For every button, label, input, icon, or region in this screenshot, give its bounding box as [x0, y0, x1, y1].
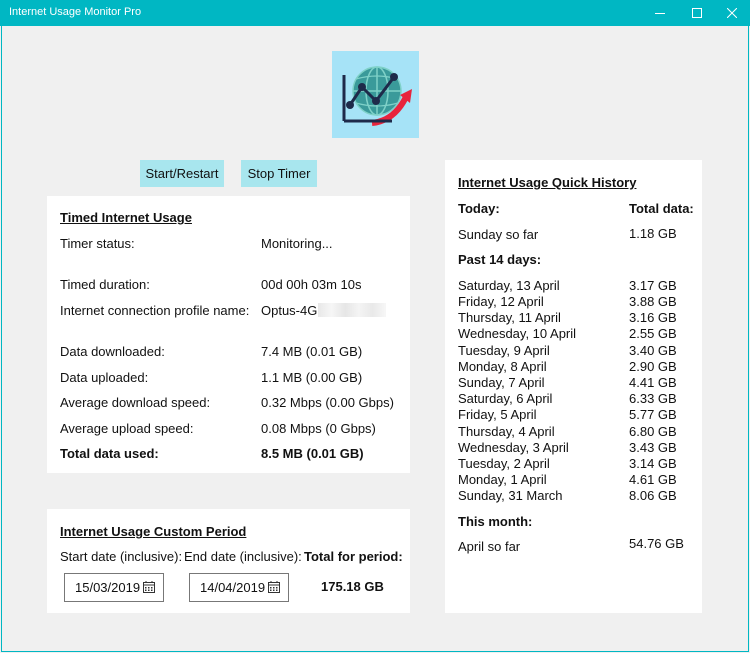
start-date-value: 15/03/2019: [75, 580, 141, 595]
avg-download-speed-label: Average download speed:: [60, 395, 211, 410]
timed-usage-heading: Timed Internet Usage: [60, 210, 192, 225]
close-icon: [727, 8, 737, 18]
list-item: Sunday, 7 April 4.41 GB: [458, 375, 690, 391]
app-logo-chart-globe-icon: [342, 66, 412, 126]
close-button[interactable]: [714, 0, 750, 26]
list-item: Sunday, 31 March 8.06 GB: [458, 488, 690, 504]
history-day: Friday, 5 April: [458, 407, 537, 422]
data-downloaded-value: 7.4 MB (0.01 GB): [261, 344, 363, 359]
history-day: Wednesday, 3 April: [458, 440, 569, 455]
history-value: 3.16 GB: [629, 310, 677, 325]
maximize-button[interactable]: [679, 0, 715, 26]
history-value: 4.61 GB: [629, 472, 677, 487]
list-item: Thursday, 11 April 3.16 GB: [458, 310, 690, 326]
total-data-used-value: 8.5 MB (0.01 GB): [261, 446, 364, 461]
list-item: Friday, 12 April 3.88 GB: [458, 294, 690, 310]
history-day: Monday, 8 April: [458, 359, 547, 374]
data-downloaded-label: Data downloaded:: [60, 344, 165, 359]
total-for-period-label: Total for period:: [304, 549, 403, 564]
start-date-label: Start date (inclusive):: [60, 549, 183, 564]
list-item: Monday, 1 April 4.61 GB: [458, 472, 690, 488]
history-day: Saturday, 6 April: [458, 391, 553, 406]
list-item: Monday, 8 April 2.90 GB: [458, 359, 690, 375]
app-logo: [332, 51, 419, 138]
avg-upload-speed-label: Average upload speed:: [60, 421, 194, 436]
history-value: 3.43 GB: [629, 440, 677, 455]
timed-duration-value: 00d 00h 03m 10s: [261, 277, 362, 292]
end-date-picker[interactable]: 14/04/2019: [189, 573, 289, 602]
avg-upload-speed-value: 0.08 Mbps (0 Gbps): [261, 421, 376, 436]
history-day: Wednesday, 10 April: [458, 326, 577, 341]
list-item: Thursday, 4 April 6.80 GB: [458, 424, 690, 440]
history-value: 3.88 GB: [629, 294, 677, 309]
timed-duration-label: Timed duration:: [60, 277, 150, 292]
history-value: 3.40 GB: [629, 343, 677, 358]
start-restart-button[interactable]: Start/Restart: [140, 160, 224, 187]
start-date-picker[interactable]: 15/03/2019: [64, 573, 164, 602]
history-day: Tuesday, 9 April: [458, 343, 550, 358]
maximize-icon: [692, 8, 702, 18]
history-value: 6.80 GB: [629, 424, 677, 439]
minimize-icon: [655, 13, 665, 14]
today-value: 1.18 GB: [629, 226, 677, 241]
month-day: April so far: [458, 539, 521, 554]
avg-download-speed-value: 0.32 Mbps (0.00 Gbps): [261, 395, 394, 410]
history-value: 3.17 GB: [629, 278, 677, 293]
this-month-label: This month:: [458, 514, 533, 529]
past-14-days-label: Past 14 days:: [458, 252, 542, 267]
today-day: Sunday so far: [458, 227, 539, 242]
quick-history-heading: Internet Usage Quick History: [458, 175, 637, 190]
total-data-label: Total data:: [629, 201, 694, 216]
list-item: Wednesday, 10 April 2.55 GB: [458, 326, 690, 342]
history-value: 2.55 GB: [629, 326, 677, 341]
list-item: Saturday, 6 April 6.33 GB: [458, 391, 690, 407]
history-day: Tuesday, 2 April: [458, 456, 550, 471]
data-uploaded-label: Data uploaded:: [60, 370, 149, 385]
total-for-period-value: 175.18 GB: [321, 579, 384, 594]
end-date-label: End date (inclusive):: [184, 549, 302, 564]
history-day: Thursday, 4 April: [458, 424, 555, 439]
calendar-icon: [143, 581, 155, 593]
history-value: 5.77 GB: [629, 407, 677, 422]
history-day: Saturday, 13 April: [458, 278, 560, 293]
list-item: Wednesday, 3 April 3.43 GB: [458, 440, 690, 456]
list-item: Tuesday, 9 April 3.40 GB: [458, 343, 690, 359]
today-label: Today:: [458, 201, 500, 216]
custom-period-heading: Internet Usage Custom Period: [60, 524, 247, 539]
history-value: 2.90 GB: [629, 359, 677, 374]
redacted-blur: [318, 303, 386, 317]
history-day: Sunday, 31 March: [458, 488, 563, 503]
history-day: Monday, 1 April: [458, 472, 547, 487]
end-date-value: 14/04/2019: [200, 580, 266, 595]
timer-status-label: Timer status:: [60, 236, 135, 251]
calendar-icon: [268, 581, 280, 593]
history-value: 6.33 GB: [629, 391, 677, 406]
title-bar: Internet Usage Monitor Pro: [0, 0, 750, 26]
total-data-used-label: Total data used:: [60, 446, 159, 461]
month-value: 54.76 GB: [629, 536, 684, 551]
stop-timer-button[interactable]: Stop Timer: [241, 160, 317, 187]
connection-profile-label: Internet connection profile name:: [60, 303, 250, 318]
data-uploaded-value: 1.1 MB (0.00 GB): [261, 370, 363, 385]
timer-status-value: Monitoring...: [261, 236, 333, 251]
minimize-button[interactable]: [642, 0, 678, 26]
history-value: 3.14 GB: [629, 456, 677, 471]
history-day: Sunday, 7 April: [458, 375, 545, 390]
history-day: Friday, 12 April: [458, 294, 544, 309]
list-item: Friday, 5 April 5.77 GB: [458, 407, 690, 423]
window-title: Internet Usage Monitor Pro: [9, 6, 142, 18]
list-item: Tuesday, 2 April 3.14 GB: [458, 456, 690, 472]
list-item: Saturday, 13 April 3.17 GB: [458, 278, 690, 294]
history-value: 8.06 GB: [629, 488, 677, 503]
history-value: 4.41 GB: [629, 375, 677, 390]
connection-profile-value: Optus-4G: [261, 303, 318, 318]
history-day: Thursday, 11 April: [458, 310, 561, 325]
